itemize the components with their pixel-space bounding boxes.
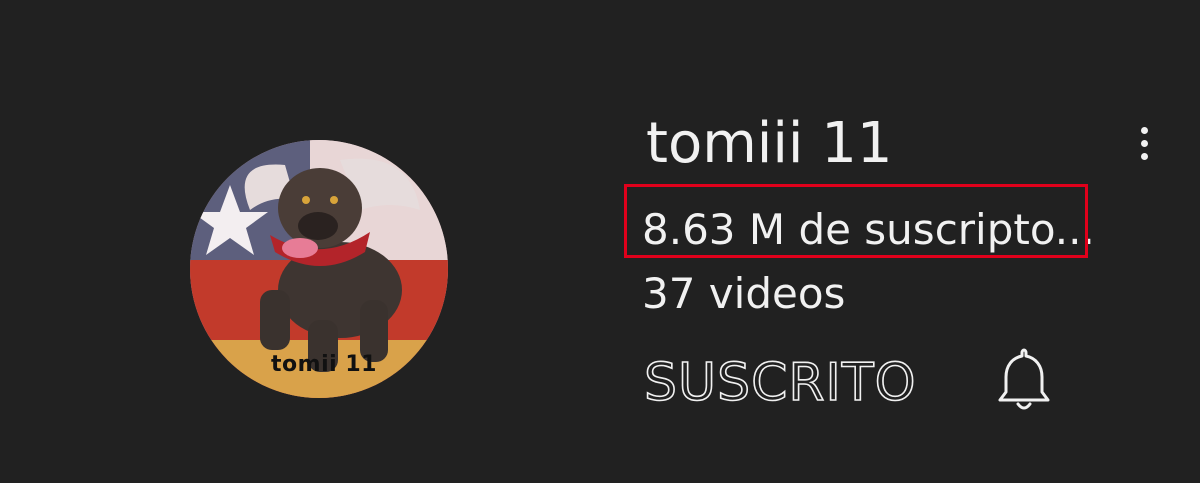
subscribe-button[interactable]: SUSCRITO <box>643 350 917 416</box>
video-count: 37 videos <box>642 269 846 318</box>
more-vertical-icon[interactable] <box>1126 118 1162 168</box>
more-dot <box>1140 152 1148 160</box>
channel-name: tomiii 11 <box>646 111 893 176</box>
channel-avatar[interactable]: tomii 11 <box>190 140 448 398</box>
bell-icon[interactable] <box>992 344 1056 416</box>
avatar-caption: tomii 11 <box>271 352 377 377</box>
channel-header: tomii 11 tomiii 11 8.63 M de suscripto..… <box>0 0 1200 483</box>
bell-icon-graphic <box>998 348 1050 410</box>
highlight-annotation <box>624 184 1088 258</box>
more-dot <box>1140 139 1148 147</box>
more-dot <box>1140 126 1148 134</box>
